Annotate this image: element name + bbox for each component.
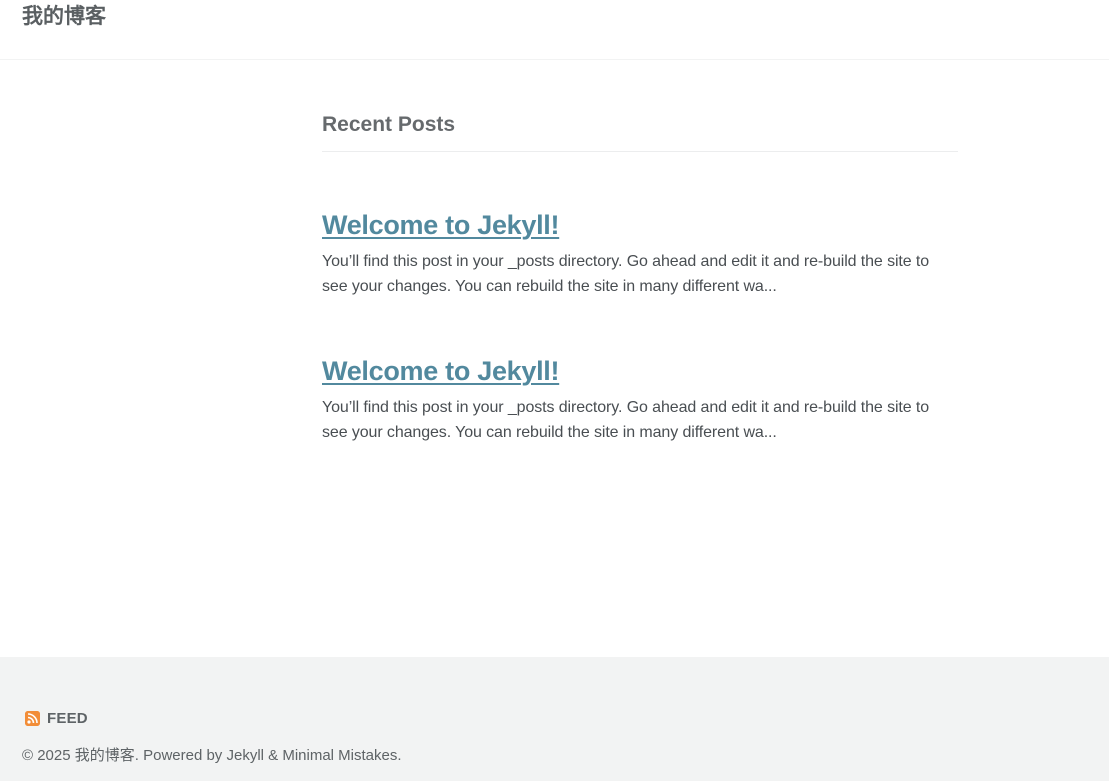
page-footer: FEED © 2025 我的博客. Powered by Jekyll & Mi…: [0, 657, 1109, 781]
post-title-link[interactable]: Welcome to Jekyll!: [322, 210, 560, 240]
copyright-prefix: © 2025 我的博客. Powered by: [22, 747, 227, 764]
post-excerpt: You’ll find this post in your _posts dir…: [322, 399, 930, 441]
copyright: © 2025 我的博客. Powered by Jekyll & Minimal…: [22, 746, 402, 766]
feed-link[interactable]: FEED: [25, 710, 88, 727]
post-excerpt: You’ll find this post in your _posts dir…: [322, 253, 930, 295]
rss-icon: [25, 711, 40, 726]
post-title: Welcome to Jekyll!: [322, 354, 958, 388]
section-title: Recent Posts: [322, 110, 958, 152]
masthead: 我的博客: [0, 0, 1109, 60]
minimal-mistakes-link[interactable]: Minimal Mistakes: [282, 747, 397, 764]
post-item: Welcome to Jekyll! You’ll find this post…: [322, 354, 958, 445]
post-item: Welcome to Jekyll! You’ll find this post…: [322, 208, 958, 299]
feed-label: FEED: [47, 710, 88, 727]
jekyll-link[interactable]: Jekyll: [226, 747, 264, 764]
main-content: Recent Posts Welcome to Jekyll! You’ll f…: [322, 110, 958, 445]
post-title: Welcome to Jekyll!: [322, 208, 958, 242]
site-title-link[interactable]: 我的博客: [22, 3, 106, 31]
copyright-separator: &: [264, 747, 283, 764]
post-title-link[interactable]: Welcome to Jekyll!: [322, 356, 560, 386]
copyright-suffix: .: [397, 747, 402, 764]
